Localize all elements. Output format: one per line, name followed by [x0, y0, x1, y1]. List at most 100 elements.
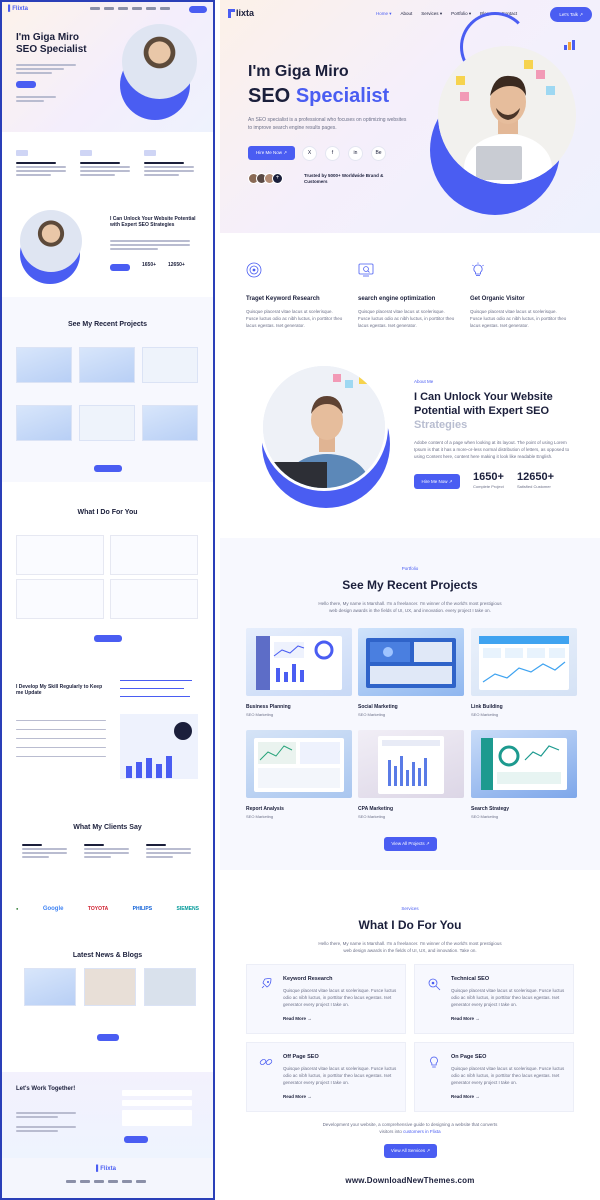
- thumb-about-photo: [20, 210, 82, 272]
- hero-title-specialist: Specialist: [295, 85, 390, 107]
- hero-title-seo: SEO: [248, 85, 291, 107]
- about-photo-svg: [263, 366, 385, 488]
- thumb-project: [79, 405, 135, 441]
- hero-portrait-image: [438, 46, 576, 184]
- view-all-services-button[interactable]: View All Services ↗: [384, 1144, 437, 1158]
- hero-title-line1: I'm Giga Miro: [248, 63, 349, 80]
- search-screen-icon: [358, 263, 374, 277]
- view-all-projects-button[interactable]: View All Projects ↗: [384, 837, 437, 851]
- read-more-link[interactable]: Read More →: [283, 1016, 312, 1021]
- thumb-about-title: I Can Unlock Your Website Potential with…: [110, 216, 196, 228]
- thumb-project: [79, 347, 135, 383]
- logo[interactable]: lixta: [228, 8, 254, 18]
- service-title: Off Page SEO: [283, 1054, 319, 1060]
- about-tag: About Me: [414, 379, 434, 384]
- dashboard-screenshot: [256, 636, 342, 690]
- read-more-link[interactable]: Read More →: [451, 1016, 480, 1021]
- thumb-brand-logo: TOYOTA: [87, 906, 109, 912]
- project-card[interactable]: Report Analysis SEO Marketing: [246, 730, 352, 819]
- thumb-project: [16, 347, 72, 383]
- project-subtitle: SEO Marketing: [246, 814, 274, 819]
- client-avatars: +: [248, 173, 283, 184]
- behance-icon[interactable]: Be: [371, 146, 386, 161]
- thumb-hero: ▌Flixta I'm Giga Miro SEO Specialist: [2, 2, 213, 132]
- thumb-blog-card: [24, 968, 76, 1006]
- feature-card: Traget Keyword Research Quisque placerat…: [246, 262, 346, 329]
- dashboard-screenshot: [378, 736, 444, 794]
- thumb-brand-logo: SIEMENS: [176, 906, 199, 912]
- service-card-off-page-seo[interactable]: Off Page SEO Quisque placerat vitae lacu…: [246, 1042, 406, 1112]
- project-card[interactable]: Business Planning SEO Marketing: [246, 628, 352, 717]
- page-preview: lixta Home ▾ About Services ▾ Portfolio …: [220, 0, 600, 1200]
- project-thumbnail: [358, 730, 464, 798]
- hire-me-button[interactable]: Hire Me Now ↗: [248, 146, 295, 160]
- stat-customers: 12650+ Satisfied Customer: [517, 471, 554, 489]
- thumb-hero-text: [16, 64, 76, 76]
- project-subtitle: SEO Marketing: [471, 712, 499, 717]
- thumb-blog-card: [84, 968, 136, 1006]
- nav-item-portfolio[interactable]: Portfolio ▾: [451, 11, 471, 17]
- project-card[interactable]: CPA Marketing SEO Marketing: [358, 730, 464, 819]
- service-title: Technical SEO: [451, 976, 490, 982]
- thumb-logo-text: Flixta: [12, 6, 28, 12]
- x-twitter-icon[interactable]: X: [302, 146, 317, 161]
- linkedin-icon[interactable]: in: [348, 146, 363, 161]
- thumb-stat1: 1650+: [142, 262, 157, 268]
- full-page-thumbnail: ▌Flixta I'm Giga Miro SEO Specialist I C…: [0, 0, 215, 1200]
- about-hire-me-button[interactable]: Hire Me Now ↗: [414, 474, 460, 489]
- service-card-on-page-seo[interactable]: On Page SEO Quisque placerat vitae lacus…: [414, 1042, 574, 1112]
- service-title: On Page SEO: [451, 1054, 487, 1060]
- nav-item-home[interactable]: Home ▾: [376, 11, 392, 17]
- thumb-portfolio-title: See My Recent Projects: [68, 321, 147, 328]
- project-card[interactable]: Link Building SEO Marketing: [471, 628, 577, 717]
- thumb-hero-title: I'm Giga Miro SEO Specialist: [16, 32, 87, 56]
- nav-label: Services: [421, 11, 439, 16]
- facebook-icon[interactable]: f: [325, 146, 340, 161]
- thumb-service-card: [110, 535, 198, 575]
- portfolio-section: Portfolio See My Recent Projects Hello t…: [220, 538, 600, 870]
- hero-title-line2: SEO Specialist: [248, 85, 389, 108]
- thumb-skills-title: I Develop My Skill Regularly to Keep me …: [16, 684, 103, 696]
- thumb-service-card: [16, 579, 104, 619]
- nav-item-services[interactable]: Services ▾: [421, 11, 442, 17]
- project-card[interactable]: Social Marketing SEO Marketing: [358, 628, 464, 717]
- thumb-testimonials: What My Clients Say: [2, 812, 213, 892]
- thumb-services-button: [94, 635, 122, 642]
- view-all-services-label: View All Services: [390, 1148, 426, 1153]
- thumb-footer: ▌Flixta: [2, 1158, 213, 1198]
- dashboard-screenshot: [481, 738, 567, 790]
- feature-text: Quisque placerat vitae lacus ut sceleris…: [246, 309, 343, 328]
- footnote-link[interactable]: customers in Flixta: [403, 1129, 441, 1134]
- lets-talk-button[interactable]: Let's Talk ↗: [550, 7, 592, 22]
- page-root: ▌Flixta I'm Giga Miro SEO Specialist I C…: [0, 0, 600, 1200]
- stat-projects: 1650+ Complete Project: [473, 471, 504, 489]
- project-thumbnail: [246, 628, 352, 696]
- project-thumbnail: [246, 730, 352, 798]
- project-card[interactable]: Search Strategy SEO Marketing: [471, 730, 577, 819]
- hire-me-label: Hire Me Now: [255, 150, 282, 155]
- feature-title: search engine optimization: [358, 296, 436, 302]
- read-more-link[interactable]: Read More →: [283, 1094, 312, 1099]
- nav-item-about[interactable]: About: [401, 11, 413, 17]
- feature-card: Get Organic Visitor Quisque placerat vit…: [470, 262, 570, 329]
- thumb-logo: ▌Flixta: [8, 6, 28, 12]
- feature-text: Quisque placerat vitae lacus ut sceleris…: [358, 309, 455, 328]
- lets-talk-label: Let's Talk: [559, 12, 578, 17]
- thumb-hero-photo: [122, 24, 197, 99]
- thumb-project: [16, 405, 72, 441]
- service-card-keyword-research[interactable]: Keyword Research Quisque placerat vitae …: [246, 964, 406, 1034]
- thumb-nav-links: [90, 7, 170, 10]
- read-more-label: Read More: [451, 1094, 475, 1099]
- nav-label: Portfolio: [451, 11, 468, 16]
- read-more-label: Read More: [283, 1016, 307, 1021]
- service-card-technical-seo[interactable]: Technical SEO Quisque placerat vitae lac…: [414, 964, 574, 1034]
- thumb-skills: I Develop My Skill Regularly to Keep me …: [2, 670, 213, 790]
- thumb-features: [2, 150, 213, 200]
- chart-icon: [564, 40, 576, 50]
- project-title: Social Marketing: [358, 704, 398, 710]
- read-more-link[interactable]: Read More →: [451, 1094, 480, 1099]
- project-thumbnail: [358, 628, 464, 696]
- about-hire-me-label: Hire Me Now: [421, 478, 448, 484]
- service-title: Keyword Research: [283, 976, 333, 982]
- thumb-contact-title: Let's Work Together!: [16, 1086, 76, 1092]
